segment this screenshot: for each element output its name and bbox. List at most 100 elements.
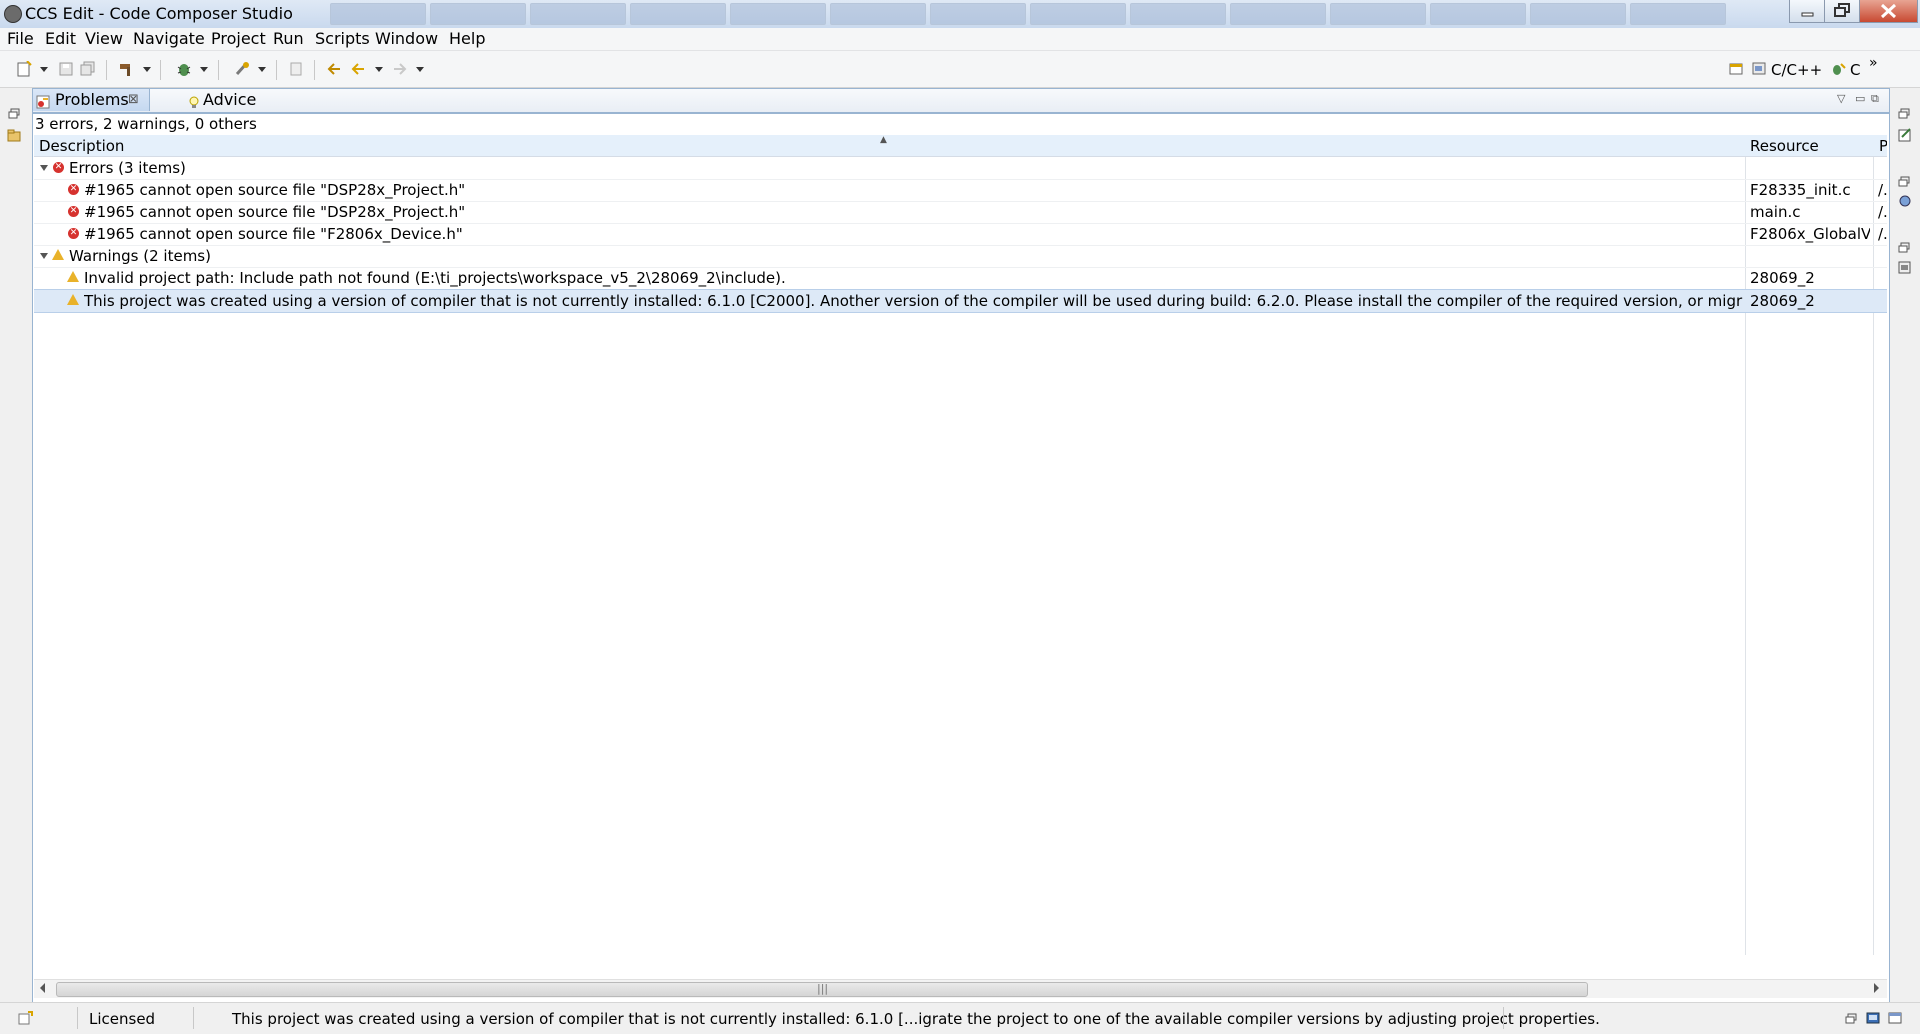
horizontal-scrollbar[interactable]: ||| [34, 979, 1887, 998]
taskbar-tab [430, 3, 526, 25]
close-icon [1880, 3, 1897, 19]
perspective-c[interactable]: C [1850, 61, 1860, 79]
scroll-right-icon[interactable] [1874, 983, 1879, 993]
taskbar-tab [630, 3, 726, 25]
minimize-view-icon[interactable]: ▭ [1855, 92, 1865, 105]
scrollbar-thumb[interactable]: ||| [56, 982, 1588, 997]
memory-browser-icon[interactable] [1898, 260, 1912, 274]
save-all-icon[interactable] [80, 61, 96, 77]
back-arrow-icon[interactable] [350, 61, 366, 77]
license-status: Licensed [89, 1010, 156, 1028]
scroll-left-icon[interactable] [40, 983, 45, 993]
progress-view-icon[interactable] [1888, 1011, 1902, 1025]
restore-stack-icon[interactable] [1898, 106, 1912, 119]
maximize-view-icon[interactable]: ⧉ [1871, 92, 1879, 106]
debug-view-icon[interactable] [1898, 194, 1912, 208]
menu-run[interactable]: Run [273, 29, 304, 48]
collapse-chevron-icon[interactable] [40, 165, 48, 171]
forward-arrow-icon[interactable] [392, 61, 408, 77]
menu-navigate[interactable]: Navigate [133, 29, 205, 48]
perspective-cpp[interactable]: C/C++ [1771, 61, 1822, 79]
outline-view-icon[interactable] [1898, 128, 1912, 142]
row-description: #1965 cannot open source file "DSP28x_Pr… [84, 203, 466, 221]
close-window-button[interactable] [1859, 0, 1918, 23]
table-row[interactable]: ✕ #1965 cannot open source file "DSP28x_… [34, 201, 1887, 224]
view-menu-chevron-icon[interactable]: ▽ [1837, 92, 1845, 105]
flash-dropdown-chevron-icon[interactable] [258, 67, 266, 72]
menu-file[interactable]: File [7, 29, 34, 48]
table-header: Description ▲ Resource P [34, 135, 1887, 157]
menu-help[interactable]: Help [449, 29, 485, 48]
more-perspectives-chevron[interactable]: » [1869, 55, 1878, 71]
tab-problems[interactable]: Problems ⊠ [33, 89, 150, 111]
taskbar-tab [730, 3, 826, 25]
toolbar-separator [314, 60, 315, 80]
back-dropdown-chevron-icon[interactable] [375, 67, 383, 72]
ccs-debug-perspective-icon [1830, 61, 1846, 77]
taskbar-tab [530, 3, 626, 25]
toggle-block-icon[interactable] [288, 61, 304, 77]
column-header-resource[interactable]: Resource [1750, 137, 1819, 155]
row-resource: 28069_2 [1750, 292, 1815, 310]
row-description: Invalid project path: Include path not f… [84, 269, 786, 287]
build-hammer-icon[interactable] [118, 61, 134, 77]
group-label: Errors (3 items) [69, 159, 186, 177]
toolbar-separator [160, 60, 161, 80]
table-row[interactable]: ✕ #1965 cannot open source file "F2806x_… [34, 223, 1887, 246]
flash-tool-icon[interactable] [234, 61, 250, 77]
grip-icon: ||| [817, 982, 829, 995]
restore-button[interactable] [1824, 0, 1861, 23]
menu-project[interactable]: Project [211, 29, 266, 48]
group-row-warnings[interactable]: Warnings (2 items) [34, 245, 1887, 268]
menu-window[interactable]: Window [375, 29, 438, 48]
console-view-icon[interactable] [1866, 1011, 1880, 1025]
taskbar-tab [930, 3, 1026, 25]
project-explorer-icon[interactable] [7, 128, 21, 142]
row-description: #1965 cannot open source file "F2806x_De… [84, 225, 463, 243]
status-separator [1503, 1007, 1504, 1029]
debug-bug-icon[interactable] [176, 61, 192, 77]
build-dropdown-chevron-icon[interactable] [143, 67, 151, 72]
menu-scripts[interactable]: Scripts [315, 29, 370, 48]
forward-dropdown-chevron-icon[interactable] [416, 67, 424, 72]
problems-table: Description ▲ Resource P ✕ Errors (3 ite… [34, 135, 1887, 955]
problems-view-icon [36, 93, 50, 109]
toolbar-separator [106, 60, 107, 80]
table-row[interactable]: ✕ #1965 cannot open source file "DSP28x_… [34, 179, 1887, 202]
menu-view[interactable]: View [85, 29, 123, 48]
open-perspective-icon[interactable] [1728, 61, 1744, 77]
taskbar-tab [330, 3, 426, 25]
restore-stack-icon[interactable] [1845, 1011, 1859, 1025]
close-tab-icon[interactable]: ⊠ [128, 89, 139, 111]
lightbulb-icon [187, 93, 201, 108]
background-taskbar-tabs [330, 3, 1726, 25]
save-icon[interactable] [58, 61, 74, 77]
restore-stack-icon[interactable] [1898, 240, 1912, 253]
column-header-path[interactable]: P [1879, 137, 1887, 155]
restore-stack-icon[interactable] [1898, 174, 1912, 187]
error-icon: ✕ [68, 228, 79, 239]
minimize-button[interactable] [1789, 0, 1826, 23]
new-dropdown-chevron-icon[interactable] [40, 67, 48, 72]
menu-edit[interactable]: Edit [45, 29, 76, 48]
error-icon: ✕ [68, 206, 79, 217]
table-row[interactable]: Invalid project path: Include path not f… [34, 267, 1887, 290]
problems-view: Problems ⊠ Advice ▽ ▭ ⧉ 3 errors, 2 warn… [32, 88, 1890, 1003]
minimize-icon [1801, 12, 1814, 17]
debug-dropdown-chevron-icon[interactable] [200, 67, 208, 72]
last-edit-location-icon[interactable] [326, 61, 342, 77]
collapse-chevron-icon[interactable] [40, 253, 48, 259]
table-row-selected[interactable]: This project was created using a version… [34, 289, 1887, 313]
fast-view-icon[interactable] [18, 1010, 34, 1026]
tab-advice-label: Advice [203, 90, 257, 109]
tab-advice[interactable]: Advice [151, 89, 257, 111]
restore-stack-icon[interactable] [8, 106, 22, 119]
toolbar-separator [276, 60, 277, 80]
group-row-errors[interactable]: ✕ Errors (3 items) [34, 157, 1887, 180]
column-header-description[interactable]: Description [39, 137, 124, 155]
status-separator [77, 1007, 78, 1029]
left-trim-stack [4, 92, 26, 992]
cpp-perspective-icon [1752, 61, 1768, 77]
row-path: /. [1878, 181, 1887, 199]
new-file-icon[interactable] [16, 60, 32, 77]
